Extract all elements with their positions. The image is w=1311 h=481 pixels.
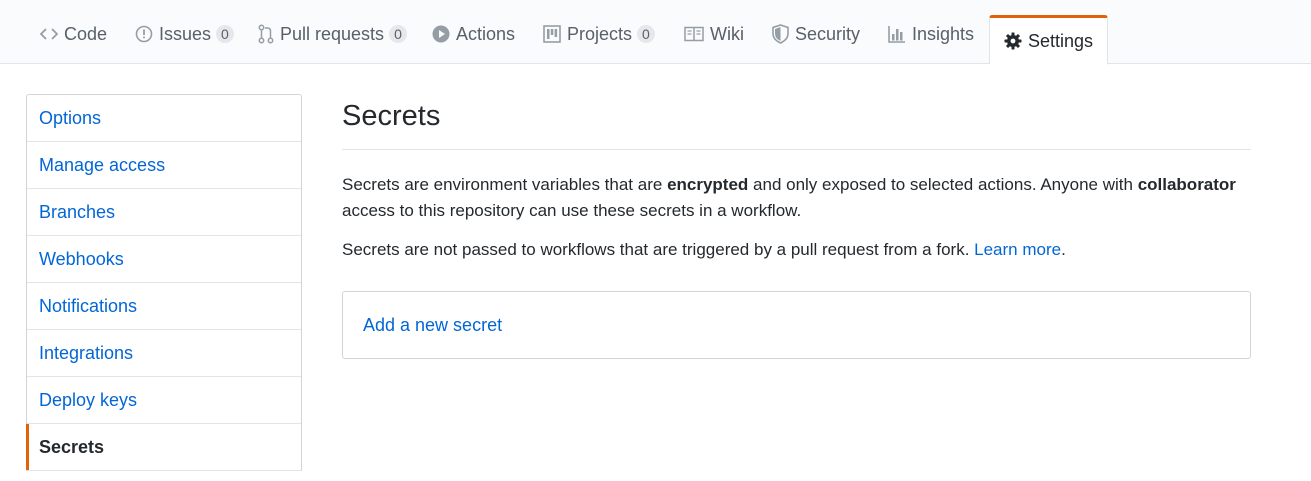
fork-note: Secrets are not passed to workflows that…	[342, 237, 1257, 263]
shield-icon	[772, 24, 789, 44]
sidebar-item-branches[interactable]: Branches	[27, 189, 301, 236]
sidebar-item-label: Webhooks	[39, 248, 124, 269]
tab-label: Security	[795, 23, 861, 44]
graph-icon	[888, 25, 906, 43]
issue-opened-icon	[135, 25, 153, 43]
pulls-counter: 0	[389, 25, 407, 43]
tab-wiki[interactable]: Wiki	[684, 0, 744, 64]
tab-label: Projects	[567, 23, 633, 44]
tab-pull-requests[interactable]: Pull requests 0	[258, 0, 407, 64]
description-text: and only exposed to selected actions. An…	[748, 175, 1138, 194]
sidebar-item-label: Secrets	[39, 436, 105, 457]
gear-icon	[1004, 32, 1022, 50]
sidebar-item-manage-access[interactable]: Manage access	[27, 142, 301, 189]
add-new-secret-link[interactable]: Add a new secret	[363, 315, 502, 336]
repo-nav-tabs: Code Issues 0 Pull requests 0 Actions Pr…	[0, 0, 1311, 65]
tab-insights[interactable]: Insights	[888, 0, 974, 64]
secrets-description: Secrets are environment variables that a…	[342, 172, 1257, 224]
sidebar-item-label: Manage access	[39, 154, 166, 175]
tab-actions[interactable]: Actions	[432, 0, 515, 64]
description-text: Secrets are environment variables that a…	[342, 175, 668, 194]
issues-counter: 0	[216, 25, 234, 43]
sidebar-item-integrations[interactable]: Integrations	[27, 330, 301, 377]
page-title: Secrets	[342, 100, 441, 132]
encrypted-emphasis: encrypted	[667, 175, 749, 194]
play-icon	[432, 25, 450, 43]
sidebar-item-secrets[interactable]: Secrets	[26, 424, 301, 471]
sidebar-item-label: Deploy keys	[39, 389, 138, 410]
projects-counter: 0	[637, 25, 655, 43]
sidebar-item-label: Options	[39, 107, 102, 128]
title-divider	[342, 149, 1251, 150]
collaborator-emphasis: collaborator	[1137, 175, 1236, 194]
tab-label: Insights	[912, 23, 975, 44]
learn-more-link[interactable]: Learn more	[974, 240, 1061, 259]
sidebar-item-options[interactable]: Options	[27, 95, 301, 142]
tab-security[interactable]: Security	[772, 0, 860, 64]
tab-label: Issues	[159, 23, 212, 44]
sidebar-item-label: Integrations	[39, 342, 134, 363]
description-text: access to this repository can use these …	[342, 201, 802, 220]
sidebar-item-webhooks[interactable]: Webhooks	[27, 236, 301, 283]
tab-label: Settings	[1028, 30, 1094, 51]
git-pull-request-icon	[258, 24, 274, 44]
sidebar-item-deploy-keys[interactable]: Deploy keys	[27, 377, 301, 424]
sidebar-item-label: Branches	[39, 201, 116, 222]
sidebar-item-label: Notifications	[39, 295, 138, 316]
fork-note-end: .	[1061, 240, 1066, 259]
book-icon	[684, 26, 704, 42]
tab-issues[interactable]: Issues 0	[135, 0, 234, 64]
tab-settings[interactable]: Settings	[989, 15, 1109, 65]
tab-label: Pull requests	[280, 23, 385, 44]
sidebar-item-notifications[interactable]: Notifications	[27, 283, 301, 330]
settings-sidebar-menu: Options Manage access Branches Webhooks …	[26, 94, 302, 471]
tab-projects[interactable]: Projects 0	[543, 0, 655, 64]
code-icon	[40, 27, 58, 41]
tab-label: Actions	[456, 23, 516, 44]
tab-label: Wiki	[710, 23, 744, 44]
tab-code[interactable]: Code	[40, 0, 107, 64]
add-secret-box: Add a new secret	[342, 291, 1251, 359]
fork-note-text: Secrets are not passed to workflows that…	[342, 240, 975, 259]
project-icon	[543, 25, 561, 43]
tab-label: Code	[64, 23, 108, 44]
